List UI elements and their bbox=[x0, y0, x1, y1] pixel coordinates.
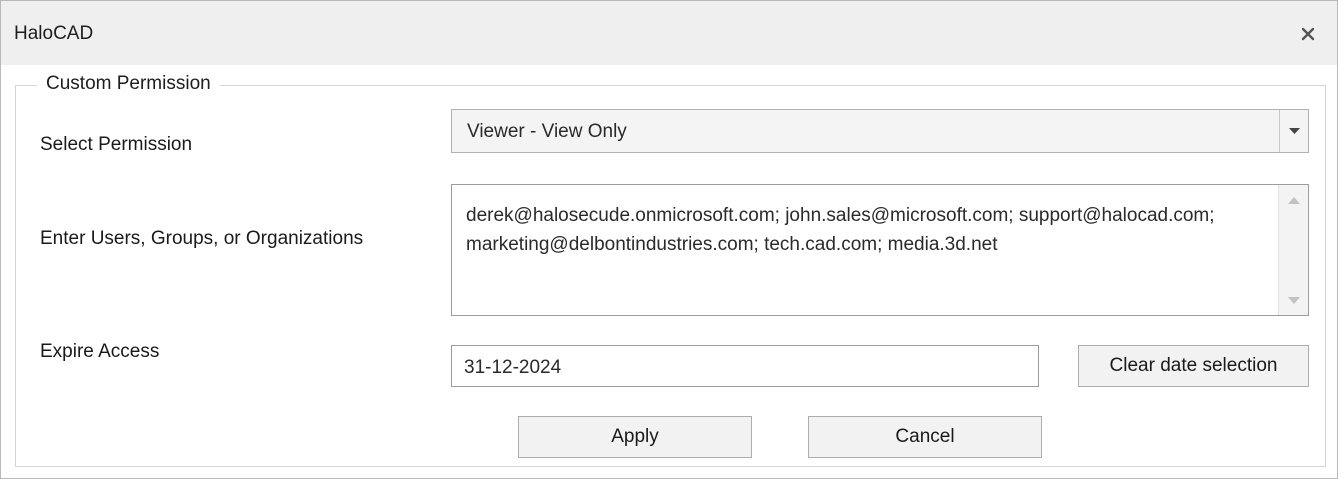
apply-button[interactable]: Apply bbox=[518, 416, 752, 458]
users-input-text: derek@halosecude.onmicrosoft.com; john.s… bbox=[466, 205, 1215, 255]
expire-date-field[interactable]: 31-12-2024 bbox=[451, 345, 1039, 387]
users-label: Enter Users, Groups, or Organizations bbox=[40, 228, 364, 249]
expire-date-value: 31-12-2024 bbox=[464, 357, 562, 378]
permission-selected-value: Viewer - View Only bbox=[467, 121, 627, 142]
scroll-down-button[interactable] bbox=[1279, 287, 1308, 313]
close-button[interactable] bbox=[1293, 19, 1323, 49]
dropdown-arrow-button[interactable] bbox=[1279, 110, 1308, 152]
window-title: HaloCAD bbox=[14, 23, 94, 44]
group-legend: Custom Permission bbox=[37, 73, 220, 95]
users-scrollbar[interactable] bbox=[1278, 185, 1308, 315]
chevron-down-icon bbox=[1288, 127, 1300, 134]
expire-access-label: Expire Access bbox=[40, 341, 160, 362]
title-bar: HaloCAD bbox=[1, 1, 1337, 65]
users-input[interactable]: derek@halosecude.onmicrosoft.com; john.s… bbox=[451, 184, 1309, 316]
permission-dialog: HaloCAD Custom Permission Select Permiss… bbox=[0, 0, 1338, 479]
select-permission-label: Select Permission bbox=[40, 134, 193, 155]
scroll-up-icon bbox=[1287, 196, 1300, 204]
scroll-down-icon bbox=[1287, 296, 1300, 304]
cancel-button[interactable]: Cancel bbox=[808, 416, 1042, 458]
permission-dropdown[interactable]: Viewer - View Only bbox=[451, 109, 1309, 153]
close-icon bbox=[1301, 27, 1315, 41]
clear-date-button[interactable]: Clear date selection bbox=[1078, 345, 1309, 387]
scroll-up-button[interactable] bbox=[1279, 187, 1308, 213]
